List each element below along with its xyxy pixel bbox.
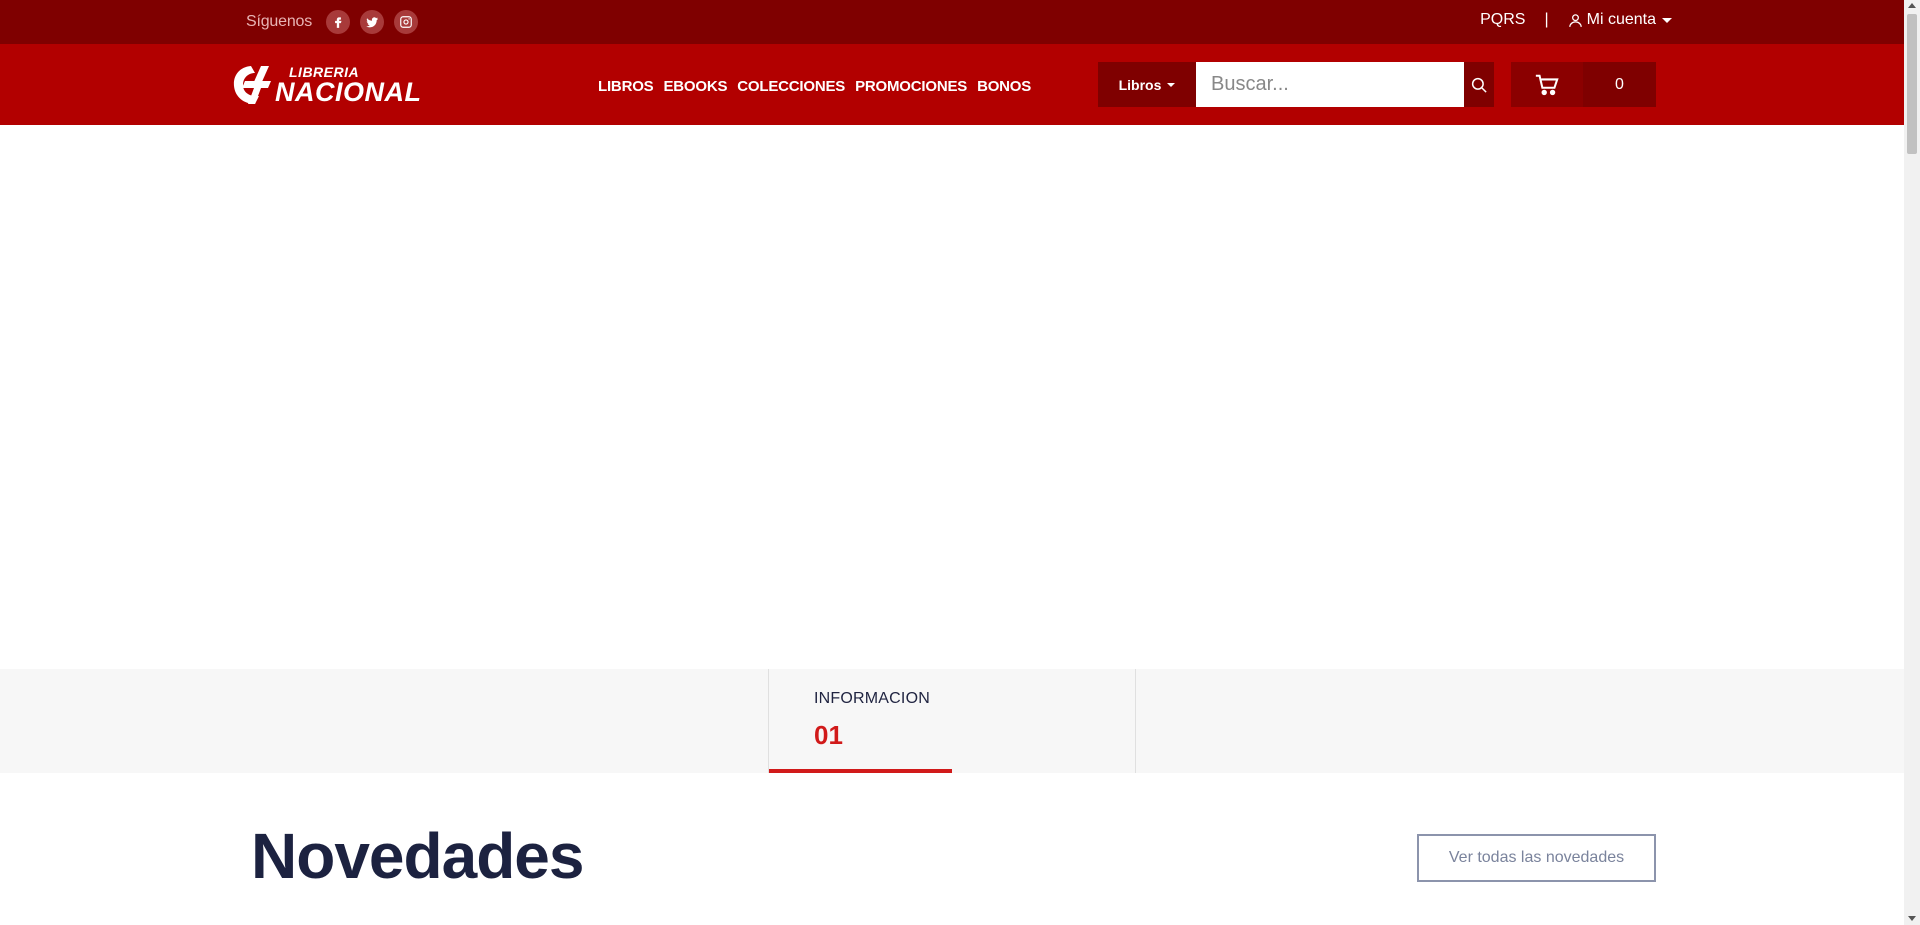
nav-item-promociones[interactable]: PROMOCIONES bbox=[855, 78, 967, 95]
chevron-down-icon bbox=[1662, 17, 1672, 23]
scrollbar-thumb[interactable] bbox=[1907, 14, 1917, 154]
pqrs-link[interactable]: PQRS bbox=[1480, 11, 1525, 29]
nav-item-libros[interactable]: LIBROS bbox=[598, 78, 654, 95]
search-input[interactable] bbox=[1196, 62, 1464, 107]
page-scrollbar[interactable] bbox=[1904, 0, 1920, 925]
search-icon bbox=[1471, 77, 1487, 93]
separator: | bbox=[1544, 11, 1549, 28]
hero-slider bbox=[0, 125, 1904, 669]
scroll-down-arrow-icon[interactable] bbox=[1908, 916, 1916, 921]
slider-tab[interactable]: INFORMACION 01 bbox=[768, 669, 1136, 773]
nav-item-bonos[interactable]: BONOS bbox=[977, 78, 1031, 95]
slider-tab-label: INFORMACION bbox=[814, 690, 930, 707]
top-bar: Síguenos PQRS | Mi cuenta bbox=[0, 0, 1904, 44]
search-button[interactable] bbox=[1464, 62, 1494, 107]
slider-tabs: INFORMACION 01 bbox=[0, 669, 1904, 773]
novedades-title: Novedades bbox=[251, 820, 584, 892]
top-right-links: PQRS | Mi cuenta bbox=[1480, 11, 1672, 29]
facebook-icon[interactable] bbox=[326, 10, 351, 34]
site-logo[interactable]: LIBRERIA NACIONAL bbox=[231, 64, 422, 106]
nav-item-colecciones[interactable]: COLECCIONES bbox=[737, 78, 845, 95]
main-header: LIBRERIA NACIONAL LIBROS EBOOKS COLECCIO… bbox=[0, 44, 1904, 125]
logo-text-bottom: NACIONAL bbox=[275, 76, 422, 107]
cart-count: 0 bbox=[1583, 62, 1656, 107]
my-account-menu[interactable]: Mi cuenta bbox=[1567, 11, 1672, 29]
social-follow: Síguenos bbox=[246, 10, 419, 34]
search-category-label: Libros bbox=[1118, 76, 1162, 93]
slider-tab-number: 01 bbox=[814, 720, 843, 750]
cart-icon-box bbox=[1511, 62, 1583, 107]
follow-label: Síguenos bbox=[246, 13, 313, 30]
chevron-down-icon bbox=[1167, 82, 1176, 87]
scroll-up-arrow-icon[interactable] bbox=[1908, 3, 1916, 8]
search-category-dropdown[interactable]: Libros bbox=[1098, 62, 1196, 107]
cart-button[interactable]: 0 bbox=[1511, 62, 1656, 107]
slider-progress-bar bbox=[769, 769, 952, 773]
user-icon bbox=[1568, 13, 1582, 27]
main-nav: LIBROS EBOOKS COLECCIONES PROMOCIONES BO… bbox=[598, 78, 1031, 95]
search-bar: Libros bbox=[1098, 62, 1494, 107]
cart-icon bbox=[1535, 74, 1559, 95]
instagram-icon[interactable] bbox=[394, 10, 419, 34]
view-all-novedades-button[interactable]: Ver todas las novedades bbox=[1417, 834, 1656, 882]
twitter-icon[interactable] bbox=[360, 10, 385, 34]
nav-item-ebooks[interactable]: EBOOKS bbox=[663, 78, 727, 95]
my-account-label: Mi cuenta bbox=[1586, 11, 1656, 28]
